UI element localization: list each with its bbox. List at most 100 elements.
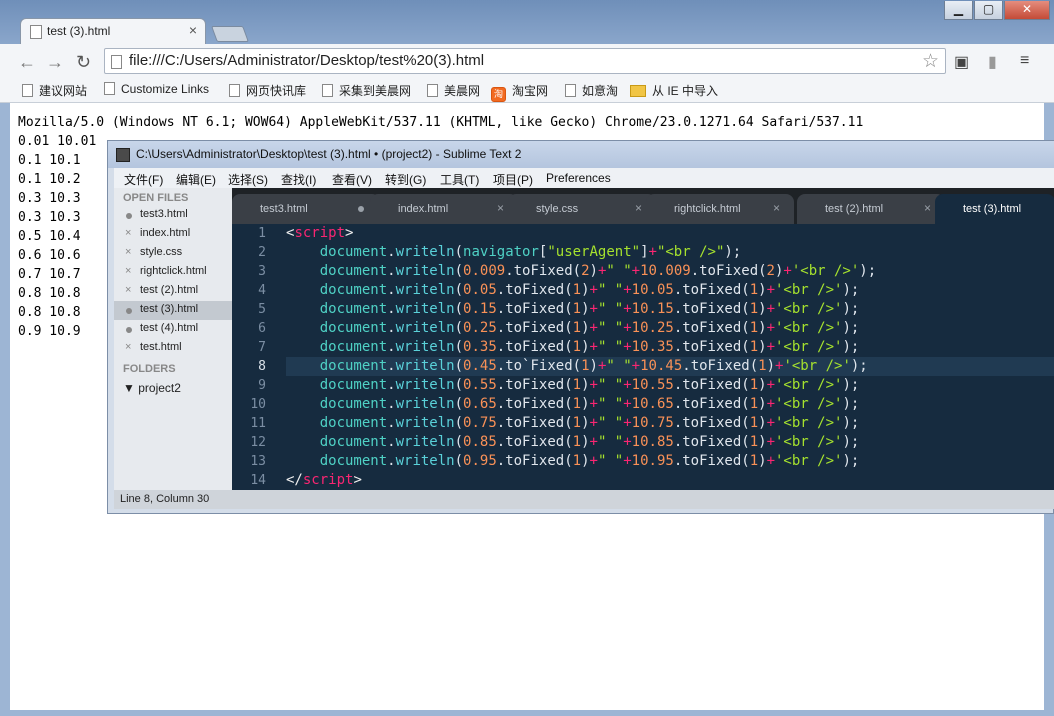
sidebar-folder[interactable]: ▼ project2 (123, 381, 181, 395)
unsaved-dot-icon (126, 213, 132, 219)
close-window-button[interactable]: ✕ (1004, 1, 1050, 20)
back-arrow-icon[interactable]: ← (18, 52, 36, 73)
menu-goto[interactable]: 转到(G) (385, 171, 426, 188)
taobao-icon: 淘 (491, 87, 506, 102)
forward-arrow-icon[interactable]: → (46, 52, 64, 73)
open-files-header: OPEN FILES (123, 192, 189, 204)
bookmark-item[interactable]: 建议网站 (22, 82, 87, 99)
bookmarks-bar: 建议网站 Customize Links 网页快讯库 采集到美晨网 美晨网 淘淘… (0, 78, 1054, 103)
line-number: 4 (258, 283, 266, 298)
bookmark-item[interactable]: 如意淘 (565, 82, 618, 99)
output-line: Mozilla/5.0 (Windows NT 6.1; WOW64) Appl… (18, 115, 864, 130)
bookmark-star-icon[interactable]: ☆ (922, 50, 939, 73)
sublime-titlebar[interactable]: C:\Users\Administrator\Desktop\test (3).… (108, 141, 1054, 168)
close-icon[interactable]: × (497, 201, 504, 215)
sidebar-file[interactable]: × test (2).html (114, 282, 232, 301)
close-tab-icon[interactable]: × (189, 22, 197, 38)
maximize-button[interactable]: ▢ (974, 1, 1003, 20)
new-tab-button[interactable] (211, 26, 249, 42)
editor-tab[interactable]: rightclick.html × (646, 194, 794, 224)
close-icon[interactable]: × (773, 201, 780, 215)
line-number: 5 (258, 302, 266, 317)
line-number: 13 (250, 454, 266, 469)
line-number: 7 (258, 340, 266, 355)
sidebar-file[interactable]: × rightclick.html (114, 263, 232, 282)
sidebar-file-active[interactable]: test (3).html (114, 301, 232, 320)
menu-file[interactable]: 文件(F) (124, 171, 163, 188)
minimize-button[interactable]: ▁ (944, 1, 973, 20)
close-icon[interactable]: × (125, 265, 131, 277)
line-number: 9 (258, 378, 266, 393)
page-icon (104, 82, 115, 95)
editor-tab[interactable]: style.css × (508, 194, 656, 224)
line-number: 12 (250, 435, 266, 450)
browser-tab[interactable]: test (3).html × (20, 18, 206, 44)
sidebar: OPEN FILES test3.html × index.html × style… (114, 188, 232, 490)
menu-edit[interactable]: 编辑(E) (176, 171, 216, 188)
bookmark-item[interactable]: 淘淘宝网 (491, 82, 548, 102)
code-line: document.writeln(0.05.toFixed(1)+" "+10.… (319, 282, 860, 298)
sidebar-file[interactable]: × style.css (114, 244, 232, 263)
page-icon (565, 84, 576, 97)
menu-project[interactable]: 项目(P) (493, 171, 533, 188)
close-icon[interactable]: × (635, 201, 642, 215)
code-line: document.writeln(0.85.toFixed(1)+" "+10.… (319, 434, 860, 450)
unsaved-dot-icon[interactable] (358, 206, 364, 212)
bookmark-item[interactable]: 网页快讯库 (229, 82, 306, 99)
editor-tab-active[interactable]: test (3).html (935, 194, 1054, 224)
folder-icon (630, 85, 646, 97)
sidebar-file[interactable]: test3.html (114, 206, 232, 225)
bookmark-folder[interactable]: 从 IE 中导入 (630, 82, 718, 99)
menu-tools[interactable]: 工具(T) (440, 171, 479, 188)
sublime-app-icon (116, 148, 130, 162)
line-number: 3 (258, 264, 266, 279)
line-number: 10 (250, 397, 266, 412)
sidebar-file[interactable]: test (4).html (114, 320, 232, 339)
close-icon[interactable]: × (125, 341, 131, 353)
code-line: document.writeln(0.65.toFixed(1)+" "+10.… (319, 396, 860, 412)
extension-icon[interactable]: ▣ (954, 52, 969, 72)
line-number-current: 8 (258, 359, 266, 374)
code-line: <script> (286, 225, 354, 241)
code-line: document.writeln(0.15.toFixed(1)+" "+10.… (319, 301, 860, 317)
line-number: 6 (258, 321, 266, 336)
signal-bars-icon[interactable]: ▮ (988, 52, 997, 72)
bookmark-item[interactable]: 美晨网 (427, 82, 480, 99)
editor-tab[interactable]: test3.html (232, 194, 380, 224)
editor-tab-bar: test3.html index.html × style.css × rightc… (232, 188, 1054, 224)
editor-tab[interactable]: test (2).html × (797, 194, 945, 224)
bookmark-item[interactable]: Customize Links (104, 82, 209, 96)
close-icon[interactable]: × (125, 284, 131, 296)
menu-preferences[interactable]: Preferences (546, 171, 611, 185)
line-number: 2 (258, 245, 266, 260)
sidebar-file[interactable]: × index.html (114, 225, 232, 244)
page-icon (427, 84, 438, 97)
page-icon (111, 55, 122, 69)
code-line: document.writeln(0.55.toFixed(1)+" "+10.… (319, 377, 860, 393)
line-number: 1 (258, 226, 266, 241)
sidebar-file[interactable]: × test.html (114, 339, 232, 358)
menu-selection[interactable]: 选择(S) (228, 171, 268, 188)
editor-tab[interactable]: index.html × (370, 194, 518, 224)
reload-icon[interactable]: ↻ (76, 52, 91, 73)
close-icon[interactable]: × (125, 227, 131, 239)
triangle-down-icon: ▼ (123, 381, 139, 395)
editor-pane: test3.html index.html × style.css × rightc… (232, 188, 1054, 490)
code-line: document.writeln(0.75.toFixed(1)+" "+10.… (319, 415, 860, 431)
code-line: </script> (286, 472, 362, 488)
page-icon (229, 84, 240, 97)
address-bar[interactable]: file:///C:/Users/Administrator/Desktop/t… (104, 48, 946, 74)
close-icon[interactable]: × (924, 201, 931, 215)
code-line: document.writeln(0.35.toFixed(1)+" "+10.… (319, 339, 860, 355)
unsaved-dot-icon (126, 308, 132, 314)
code-line: document.writeln(navigator["userAgent"]+… (319, 244, 742, 260)
code-area[interactable]: <script> document.writeln(navigator["use… (286, 224, 1054, 490)
window-controls: ▁ ▢ ✕ (943, 0, 1050, 20)
bookmark-item[interactable]: 采集到美晨网 (322, 82, 411, 99)
menu-find[interactable]: 查找(I) (281, 171, 316, 188)
menu-view[interactable]: 查看(V) (332, 171, 372, 188)
close-icon[interactable]: × (125, 246, 131, 258)
line-number: 11 (250, 416, 266, 431)
page-icon (322, 84, 333, 97)
menu-icon[interactable]: ≡ (1020, 52, 1029, 70)
